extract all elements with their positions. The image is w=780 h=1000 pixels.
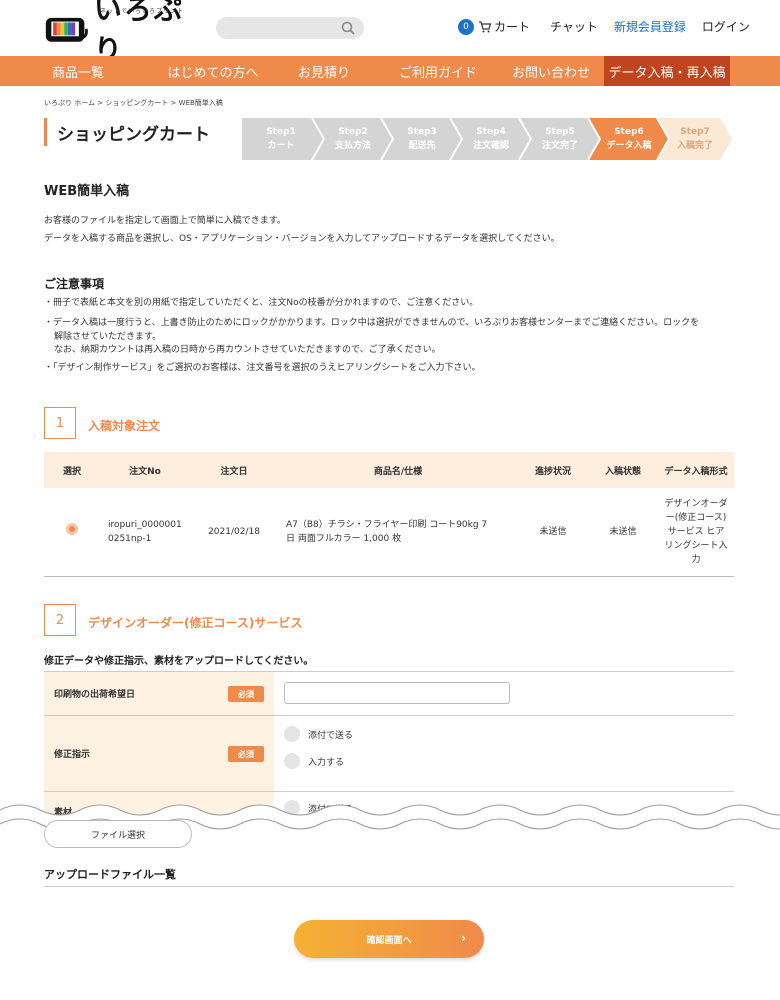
note-3: ・「デザイン制作サービス」をご選択のお客様は、注文番号を選択のうえヒアリングシー… (44, 363, 481, 373)
row-order-no: iropuri_0000001 0251np-1 (100, 488, 190, 577)
order-select-radio[interactable] (66, 523, 78, 536)
col-product: 商品名/仕様 (278, 452, 518, 488)
row-order-date: 2021/02/18 (190, 488, 278, 577)
order-table-header: 選択 注文No 注文日 商品名/仕様 進捗状況 入稿状態 データ入稿形式 (44, 452, 734, 488)
form-row-ship-date: 印刷物の出荷希望日 必須 (44, 671, 734, 715)
step-1: Step1 カート (266, 127, 296, 151)
note-2a: ・データ入稿は一度行うと、上書き防止のためにロックがかかります。ロック中は選択が… (44, 318, 700, 328)
section-1-number: 1 (44, 407, 76, 439)
section-2-number: 2 (44, 604, 76, 636)
step-5: Step5 注文完了 (541, 127, 578, 151)
section-2-subtitle: 修正データや修正指示、素材をアップロードしてください。 (44, 656, 314, 667)
nav-products[interactable]: 商品一覧 (0, 56, 156, 86)
web-upload-heading: WEB簡単入稿 (44, 184, 130, 199)
col-progress: 進捗状況 (518, 452, 588, 488)
step-4: Step4 注文確認 (472, 127, 509, 151)
ship-date-input[interactable] (284, 682, 510, 704)
note-2c: なお、納期カウントは再入稿の日時から再カウントさせていただきますので、ご了承くだ… (54, 345, 441, 355)
upload-list-title: アップロードファイル一覧 (44, 868, 176, 881)
row-upload-status: 未送信 (588, 488, 658, 577)
section-1-title: 入稿対象注文 (88, 419, 161, 433)
web-upload-text-1: お客様のファイルを指定して画面上で簡単に入稿できます。 (44, 216, 286, 226)
header-nav: 0 カート チャット 新規会員登録 ログイン (458, 18, 750, 35)
confirm-button[interactable]: 確認画面へ › (294, 920, 484, 958)
ship-date-label: 印刷物の出荷希望日 必須 (44, 672, 274, 715)
nav-first-time[interactable]: はじめての方へ (156, 56, 270, 86)
upload-list-divider (44, 886, 734, 887)
nav-guide[interactable]: ご利用ガイド (378, 56, 498, 86)
section-2-title: デザインオーダー(修正コース)サービス (88, 616, 303, 630)
login-link[interactable]: ログイン (702, 18, 750, 35)
file-select-button[interactable]: ファイル選択 (44, 820, 192, 848)
site-logo[interactable]: ネットでいろいろプリント いろぷり (44, 0, 204, 66)
row-data-format: デザインオーダ ー(修正コース) サービス ヒア リングシート入力 (658, 488, 734, 577)
instruction-attach-radio[interactable] (284, 726, 300, 742)
register-link[interactable]: 新規会員登録 (614, 18, 686, 35)
step-7: Step7 入稿完了 (676, 127, 713, 151)
logo-printer-icon (45, 17, 88, 42)
instruction-input-option[interactable]: 入力する (284, 753, 344, 769)
step-2: Step2 支払方法 (334, 127, 371, 151)
col-select: 選択 (44, 452, 100, 488)
web-upload-text-2: データを入稿する商品を選択し、OS・アプリケーション・バージョンを入力してアップ… (44, 234, 560, 244)
chat-link[interactable]: チャット (550, 18, 598, 35)
required-badge: 必須 (228, 746, 264, 762)
form-row-instruction: 修正指示 必須 添付で送る 入力する (44, 715, 734, 791)
search-icon[interactable] (340, 20, 356, 36)
global-nav: 商品一覧 はじめての方へ お見積り ご利用ガイド お問い合わせ データ入稿・再入… (0, 56, 780, 86)
step-3: Step3 配送先 (407, 127, 437, 151)
note-2b: 解除させていただきます。 (54, 332, 162, 342)
page-title: ショッピングカート (44, 118, 210, 146)
col-data-format: データ入稿形式 (658, 452, 734, 488)
col-order-no: 注文No (100, 452, 190, 488)
cart-icon[interactable] (478, 20, 492, 34)
instruction-label: 修正指示 必須 (44, 716, 274, 791)
row-progress: 未送信 (518, 488, 588, 577)
table-row[interactable]: iropuri_0000001 0251np-1 2021/02/18 A7（B8… (44, 488, 734, 577)
row-select-cell[interactable] (44, 488, 100, 577)
breadcrumb: いろぷり ホーム > ショッピングカート > WEB簡単入稿 (44, 99, 223, 107)
nav-data-upload[interactable]: データ入稿・再入稿 (604, 56, 730, 86)
step-6-active: Step6 データ入稿 (606, 127, 652, 151)
chevron-right-icon: › (461, 931, 466, 945)
col-upload-status: 入稿状態 (588, 452, 658, 488)
logo-tagline: ネットでいろいろプリント (100, 8, 185, 15)
nav-contact[interactable]: お問い合わせ (498, 56, 604, 86)
required-badge: 必須 (228, 686, 264, 702)
instruction-attach-option[interactable]: 添付で送る (284, 726, 353, 742)
notes-heading: ご注意事項 (44, 277, 105, 291)
cart-count-badge: 0 (458, 18, 474, 35)
cart-link[interactable]: カート (494, 18, 530, 35)
nav-estimate[interactable]: お見積り (270, 56, 378, 86)
instruction-input-radio[interactable] (284, 753, 300, 769)
site-header: ネットでいろいろプリント いろぷり 0 カート チャット 新規会員登録 ログイン (0, 0, 780, 66)
order-table: 選択 注文No 注文日 商品名/仕様 進捗状況 入稿状態 データ入稿形式 iro… (44, 452, 734, 577)
row-product: A7（B8）チラシ・フライヤー印刷 コート90kg 7日 両面フルカラー 1,0… (278, 488, 518, 577)
col-order-date: 注文日 (190, 452, 278, 488)
search-input[interactable] (216, 17, 336, 39)
note-1: ・冊子で表紙と本文を別の用紙で指定していただくと、注文Noの枝番が分かれますので… (44, 298, 479, 308)
search-box[interactable] (216, 17, 364, 39)
